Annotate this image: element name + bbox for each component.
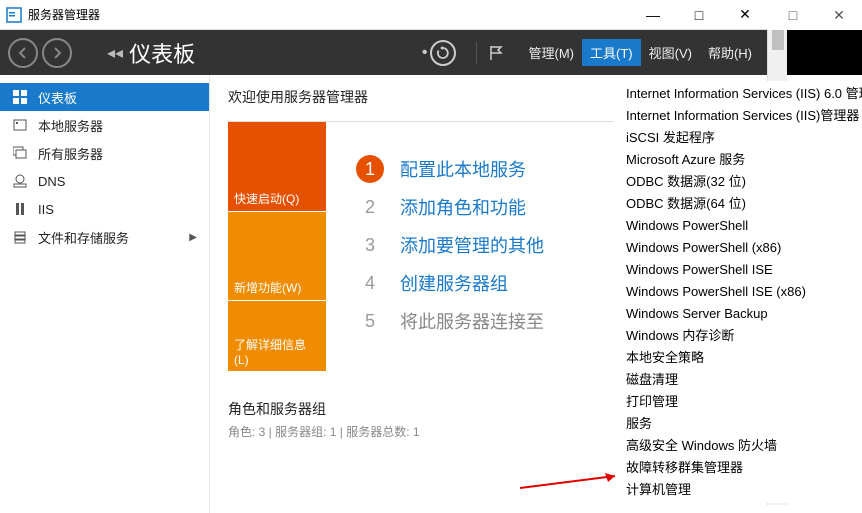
- tools-menu-option[interactable]: 磁盘清理: [614, 369, 862, 391]
- sidebar-item-label: 文件和存储服务: [38, 228, 129, 247]
- step-label: 配置此本地服务: [400, 156, 526, 182]
- tile-label: 了解详细信息(L): [234, 336, 320, 367]
- maximize-button[interactable]: □: [676, 0, 722, 30]
- menu-tools[interactable]: 工具(T): [582, 39, 641, 66]
- app-icon: [6, 7, 22, 23]
- tools-menu-option[interactable]: 故障转移群集管理器: [614, 457, 862, 479]
- tools-menu-option[interactable]: 服务: [614, 413, 862, 435]
- menu-help[interactable]: 帮助(H): [700, 39, 760, 66]
- sidebar: 仪表板 本地服务器 所有服务器 DNS IIS 文件和存储服务 ▶: [0, 75, 210, 513]
- sidebar-item-file-storage[interactable]: 文件和存储服务 ▶: [0, 223, 209, 251]
- bullet-icon: •: [422, 44, 428, 62]
- tools-menu-option[interactable]: 计算机管理: [614, 479, 862, 501]
- tools-menu-option[interactable]: ODBC 数据源(32 位): [614, 171, 862, 193]
- header-dropdown-indicator[interactable]: •: [422, 40, 456, 66]
- tile-label: 快速启动(Q): [234, 190, 299, 207]
- sidebar-item-dns[interactable]: DNS: [0, 167, 209, 195]
- window-title: 服务器管理器: [28, 6, 630, 23]
- tools-menu-option[interactable]: 高级安全 Windows 防火墙: [614, 435, 862, 457]
- dashboard-icon: [12, 90, 28, 104]
- menu-view[interactable]: 视图(V): [641, 39, 700, 66]
- tools-menu-option[interactable]: Internet Information Services (IIS) 6.0 …: [614, 83, 862, 105]
- tile-learn-more[interactable]: 了解详细信息(L): [228, 301, 326, 371]
- outer-window-background: [787, 30, 862, 75]
- step-number: 3: [356, 231, 384, 259]
- sidebar-item-iis[interactable]: IIS: [0, 195, 209, 223]
- tile-label: 新增功能(W): [234, 279, 301, 296]
- tile-whats-new[interactable]: 新增功能(W): [228, 212, 326, 302]
- tools-menu-option[interactable]: iSCSI 发起程序: [614, 127, 862, 149]
- tile-quick-start[interactable]: 快速启动(Q): [228, 122, 326, 212]
- scrollbar-thumb[interactable]: [772, 30, 784, 50]
- tools-menu-option[interactable]: ODBC 数据源(64 位): [614, 193, 862, 215]
- step-label: 创建服务器组: [400, 270, 508, 296]
- sidebar-item-label: 本地服务器: [38, 116, 103, 135]
- tools-menu-option[interactable]: Windows PowerShell (x86): [614, 237, 862, 259]
- tools-menu-option[interactable]: Internet Information Services (IIS)管理器: [614, 105, 862, 127]
- nav-forward-button[interactable]: [42, 38, 72, 68]
- tools-menu-option[interactable]: Windows Server Backup: [614, 303, 862, 325]
- tools-menu-option[interactable]: 本地安全策略: [614, 347, 862, 369]
- tools-menu-option[interactable]: Windows PowerShell: [614, 215, 862, 237]
- step-number: 2: [356, 193, 384, 221]
- tools-menu-option[interactable]: 打印管理: [614, 391, 862, 413]
- minimize-button[interactable]: —: [630, 0, 676, 30]
- step-number: 5: [356, 307, 384, 335]
- header-divider: [476, 42, 477, 64]
- menu-manage[interactable]: 管理(M): [521, 39, 583, 66]
- storage-icon: [12, 230, 28, 244]
- notifications-flag-icon[interactable]: [487, 44, 505, 62]
- close-button[interactable]: ✕: [722, 0, 768, 30]
- step-label: 将此服务器连接至: [400, 308, 544, 334]
- tools-menu-option[interactable]: Windows PowerShell ISE (x86): [614, 281, 862, 303]
- sidebar-item-label: 所有服务器: [38, 144, 103, 163]
- sidebar-item-label: 仪表板: [38, 88, 77, 107]
- dns-icon: [12, 174, 28, 188]
- sidebar-item-local-server[interactable]: 本地服务器: [0, 111, 209, 139]
- step-number: 1: [356, 155, 384, 183]
- outer-maximize-button[interactable]: □: [770, 0, 816, 30]
- chevron-right-icon: ▶: [189, 232, 197, 243]
- step-number: 4: [356, 269, 384, 297]
- tools-menu-option[interactable]: Windows 内存诊断: [614, 325, 862, 347]
- sidebar-item-dashboard[interactable]: 仪表板: [0, 83, 209, 111]
- titlebar: 服务器管理器 — □ ✕: [0, 0, 768, 30]
- sidebar-item-label: DNS: [38, 174, 65, 189]
- outer-close-button[interactable]: ✕: [816, 0, 862, 30]
- page-title: 仪表板: [129, 37, 195, 69]
- servers-icon: [12, 146, 28, 160]
- step-label: 添加角色和功能: [400, 194, 526, 220]
- breadcrumb[interactable]: ◂◂ 仪表板: [107, 37, 195, 69]
- iis-icon: [12, 202, 28, 216]
- outer-window-controls: □ ✕: [768, 0, 862, 30]
- server-icon: [12, 118, 28, 132]
- chevron-left-icon: ◂◂: [107, 43, 123, 63]
- refresh-button[interactable]: [430, 40, 456, 66]
- tools-dropdown-menu: Internet Information Services (IIS) 6.0 …: [614, 81, 862, 503]
- tools-menu-option[interactable]: Windows PowerShell ISE: [614, 259, 862, 281]
- tools-menu-option[interactable]: Microsoft Azure 服务: [614, 149, 862, 171]
- sidebar-item-label: IIS: [38, 202, 54, 217]
- sidebar-item-all-servers[interactable]: 所有服务器: [0, 139, 209, 167]
- step-label: 添加要管理的其他: [400, 232, 544, 258]
- header-bar: ◂◂ 仪表板 • 管理(M) 工具(T) 视图(V) 帮助(H): [0, 30, 768, 75]
- nav-back-button[interactable]: [8, 38, 38, 68]
